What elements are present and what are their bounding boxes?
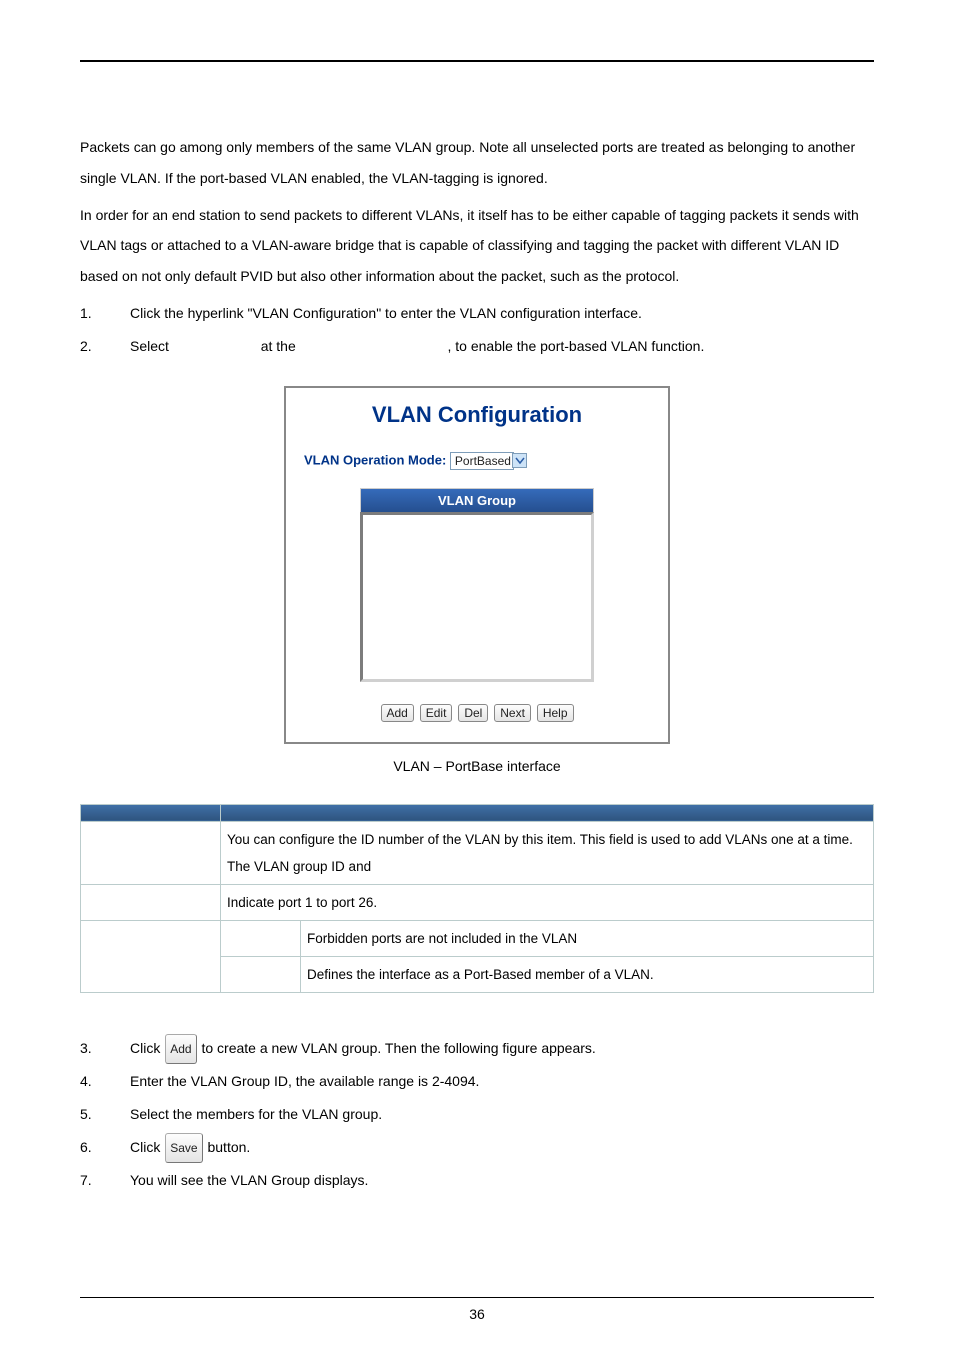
step-2-text-b: at the bbox=[261, 338, 296, 354]
row4-desc: Defines the interface as a Port-Based me… bbox=[301, 956, 874, 992]
intro-para-2: In order for an end station to send pack… bbox=[80, 200, 874, 292]
vlan-group-listbox[interactable] bbox=[360, 512, 594, 682]
row3-desc: Forbidden ports are not included in the … bbox=[301, 920, 874, 956]
page-number: 36 bbox=[0, 1306, 954, 1322]
vlan-group-panel: VLAN Group bbox=[360, 488, 594, 682]
step-3-number: 3. bbox=[80, 1033, 130, 1064]
step-4-text: Enter the VLAN Group ID, the available r… bbox=[130, 1066, 874, 1097]
row3-object bbox=[81, 920, 221, 992]
vlan-group-header: VLAN Group bbox=[360, 488, 594, 512]
step-7: 7. You will see the VLAN Group displays. bbox=[80, 1165, 874, 1196]
inline-add-button[interactable]: Add bbox=[165, 1034, 196, 1064]
intro-para-1: Packets can go among only members of the… bbox=[80, 132, 874, 194]
vlan-mode-value: PortBased bbox=[455, 454, 511, 468]
step-3: 3. Click Add to create a new VLAN group.… bbox=[80, 1033, 874, 1064]
step-6-text: Click Save button. bbox=[130, 1132, 874, 1163]
step-1-text: Click the hyperlink "VLAN Configuration"… bbox=[130, 298, 874, 329]
add-button[interactable]: Add bbox=[381, 704, 414, 722]
bottom-rule bbox=[80, 1297, 874, 1298]
vlan-mode-select[interactable]: PortBased bbox=[450, 452, 514, 470]
row2-object bbox=[81, 884, 221, 920]
vlan-config-figure: VLAN Configuration VLAN Operation Mode: … bbox=[284, 386, 670, 744]
del-button[interactable]: Del bbox=[458, 704, 488, 722]
vlan-mode-label: VLAN Operation Mode: bbox=[304, 452, 446, 467]
figure-caption: VLAN – PortBase interface bbox=[80, 758, 874, 774]
figure-title: VLAN Configuration bbox=[286, 388, 668, 448]
next-button[interactable]: Next bbox=[494, 704, 531, 722]
top-rule bbox=[80, 60, 874, 62]
step-3-text-a: Click bbox=[130, 1040, 164, 1056]
step-2-text-c: , to enable the port-based VLAN function… bbox=[448, 338, 705, 354]
inline-save-button[interactable]: Save bbox=[165, 1133, 202, 1163]
step-1: 1. Click the hyperlink "VLAN Configurati… bbox=[80, 298, 874, 329]
edit-button[interactable]: Edit bbox=[420, 704, 453, 722]
table-row: Indicate port 1 to port 26. bbox=[81, 884, 874, 920]
step-6: 6. Click Save button. bbox=[80, 1132, 874, 1163]
row1-desc: You can configure the ID number of the V… bbox=[221, 821, 874, 884]
row4-sub bbox=[221, 956, 301, 992]
step-6-text-b: button. bbox=[207, 1139, 250, 1155]
row3-sub bbox=[221, 920, 301, 956]
step-7-text: You will see the VLAN Group displays. bbox=[130, 1165, 874, 1196]
step-5-number: 5. bbox=[80, 1099, 130, 1130]
table-header-row bbox=[81, 804, 874, 821]
table-row: Forbidden ports are not included in the … bbox=[81, 920, 874, 956]
step-1-number: 1. bbox=[80, 298, 130, 329]
chevron-down-icon[interactable] bbox=[512, 453, 527, 468]
step-5-text: Select the members for the VLAN group. bbox=[130, 1099, 874, 1130]
step-3-text-b: to create a new VLAN group. Then the fol… bbox=[201, 1040, 595, 1056]
step-4-number: 4. bbox=[80, 1066, 130, 1097]
step-4: 4. Enter the VLAN Group ID, the availabl… bbox=[80, 1066, 874, 1097]
step-2-number: 2. bbox=[80, 331, 130, 362]
row2-desc: Indicate port 1 to port 26. bbox=[221, 884, 874, 920]
parameter-table: You can configure the ID number of the V… bbox=[80, 804, 874, 993]
step-7-number: 7. bbox=[80, 1165, 130, 1196]
step-6-text-a: Click bbox=[130, 1139, 164, 1155]
step-3-text: Click Add to create a new VLAN group. Th… bbox=[130, 1033, 874, 1064]
step-2-text: Select at the , to enable the port-based… bbox=[130, 331, 874, 362]
table-row: You can configure the ID number of the V… bbox=[81, 821, 874, 884]
step-5: 5. Select the members for the VLAN group… bbox=[80, 1099, 874, 1130]
step-2: 2. Select at the , to enable the port-ba… bbox=[80, 331, 874, 362]
figure-button-row: Add Edit Del Next Help bbox=[286, 700, 668, 742]
row1-object bbox=[81, 821, 221, 884]
help-button[interactable]: Help bbox=[537, 704, 574, 722]
th-object bbox=[81, 804, 221, 821]
step-6-number: 6. bbox=[80, 1132, 130, 1163]
step-2-text-a: Select bbox=[130, 338, 169, 354]
th-description bbox=[221, 804, 874, 821]
vlan-mode-row: VLAN Operation Mode: PortBased bbox=[286, 448, 668, 488]
